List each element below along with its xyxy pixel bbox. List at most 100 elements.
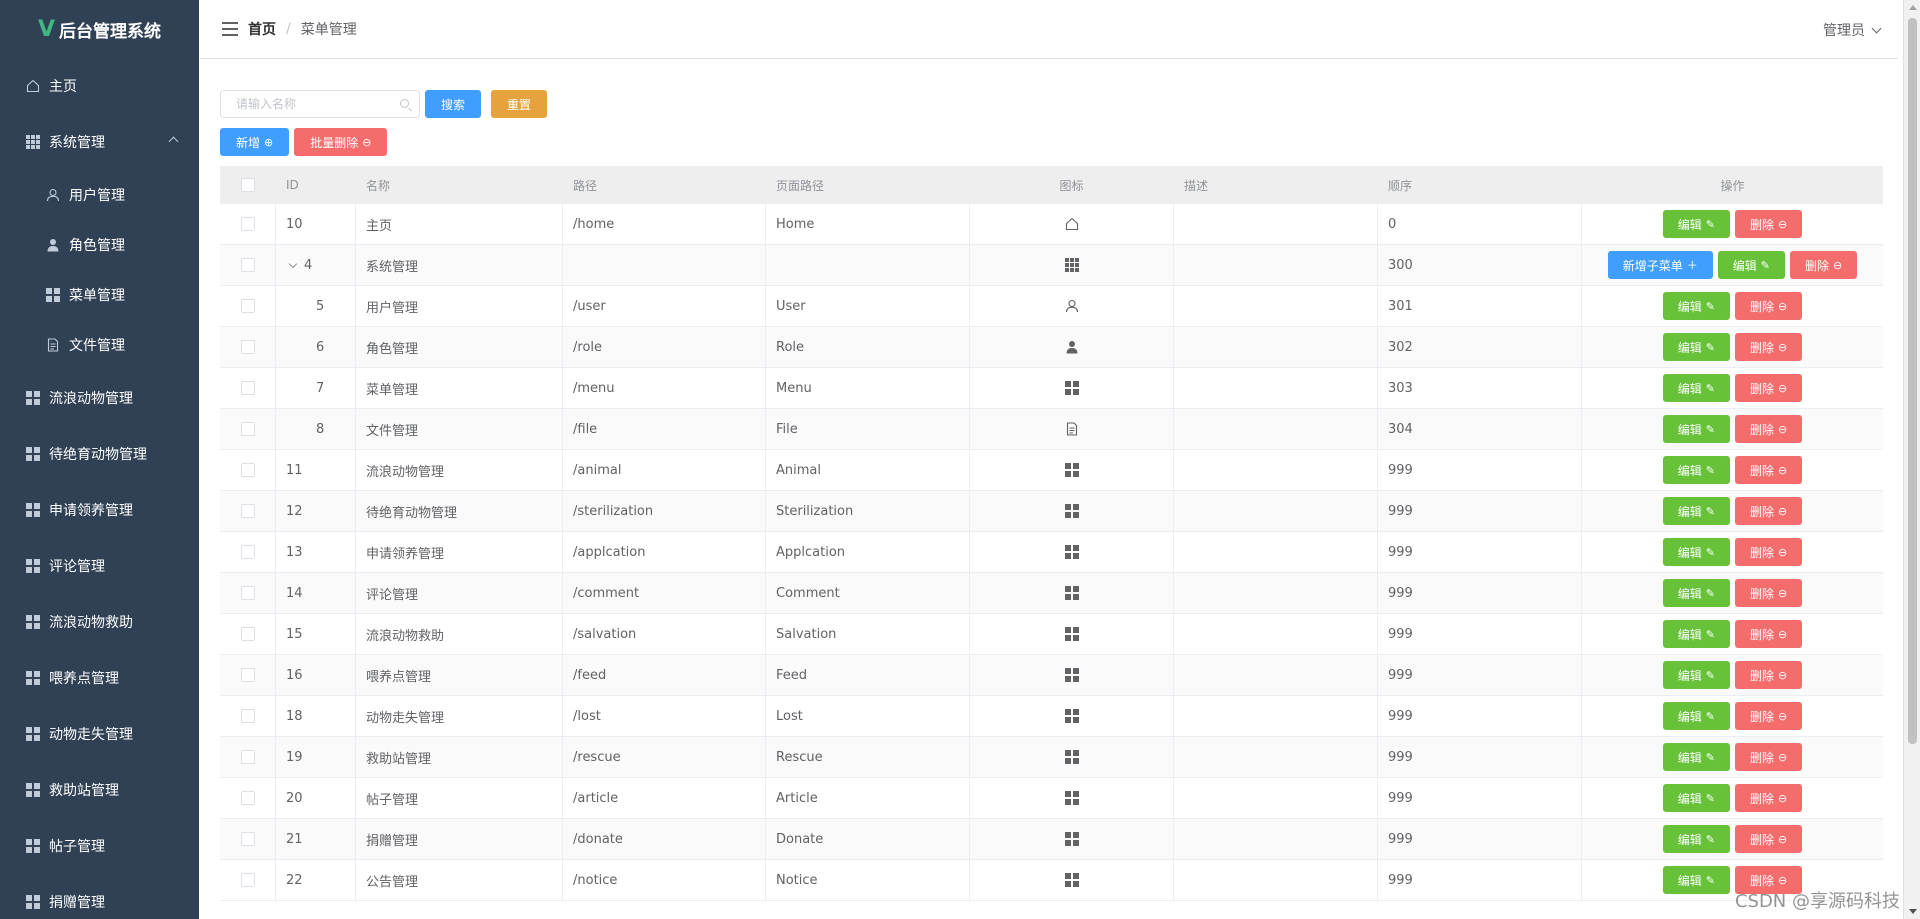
edit-button[interactable]: 编辑 ✎ [1662, 292, 1730, 320]
delete-button[interactable]: 删除 ⊖ [1735, 784, 1803, 812]
delete-button[interactable]: 删除 ⊖ [1735, 661, 1803, 689]
search-input[interactable] [221, 91, 391, 117]
delete-button[interactable]: 删除 ⊖ [1735, 210, 1803, 238]
delete-button[interactable]: 删除 ⊖ [1735, 292, 1803, 320]
sidebar-item[interactable]: 申请领养管理 [0, 482, 199, 538]
row-checkbox[interactable] [240, 586, 255, 600]
delete-button[interactable]: 删除 ⊖ [1735, 415, 1803, 443]
edit-button[interactable]: 编辑 ✎ [1662, 415, 1730, 443]
sidebar-item[interactable]: 救助站管理 [0, 762, 199, 818]
delete-button[interactable]: 删除 ⊖ [1735, 497, 1803, 525]
collapse-sidebar-icon[interactable] [222, 22, 238, 36]
expand-row-icon[interactable] [288, 259, 298, 268]
sidebar-item[interactable]: 系统管理 [0, 114, 199, 170]
icon-cell [970, 450, 1174, 490]
sidebar-subitem[interactable]: 菜单管理 [0, 270, 199, 320]
edit-button[interactable]: 编辑 ✎ [1717, 251, 1785, 279]
scroll-up-icon[interactable] [1909, 5, 1917, 10]
delete-button[interactable]: 删除 ⊖ [1735, 374, 1803, 402]
row-checkbox[interactable] [240, 258, 255, 272]
user-dropdown[interactable]: 管理员 [1823, 20, 1882, 40]
circle-plus-icon: ⊕ [264, 135, 274, 149]
delete-button-label: 删除 [1750, 463, 1775, 478]
add-child-menu-button[interactable]: 新增子菜单＋ [1607, 251, 1713, 279]
row-checkbox[interactable] [240, 463, 255, 477]
sidebar-item[interactable]: 流浪动物救助 [0, 594, 199, 650]
edit-button[interactable]: 编辑 ✎ [1662, 661, 1730, 689]
edit-button[interactable]: 编辑 ✎ [1662, 374, 1730, 402]
delete-button[interactable]: 删除 ⊖ [1735, 333, 1803, 361]
edit-button[interactable]: 编辑 ✎ [1662, 210, 1730, 238]
sidebar-item-label: 系统管理 [49, 135, 105, 151]
sidebar-item[interactable]: 主页 [0, 58, 199, 114]
sidebar-item-label: 帖子管理 [49, 839, 105, 855]
sidebar-item[interactable]: 喂养点管理 [0, 650, 199, 706]
delete-button[interactable]: 删除 ⊖ [1735, 620, 1803, 648]
delete-button[interactable]: 删除 ⊖ [1735, 743, 1803, 771]
row-id: 21 [286, 831, 303, 847]
row-checkbox[interactable] [240, 422, 255, 436]
actions-cell: 新增子菜单＋编辑 ✎ 删除 ⊖ [1582, 245, 1883, 285]
sidebar-subitem[interactable]: 角色管理 [0, 220, 199, 270]
table-body: 10 主页/home Home 0 编辑 ✎ 删除 ⊖ 4 系统管理 300 新增子菜单＋编辑 ✎ 删除 ⊖… [220, 204, 1883, 901]
scrollbar-thumb[interactable] [1908, 18, 1917, 744]
column-header-actions: 操作 [1720, 178, 1745, 193]
row-checkbox[interactable] [240, 504, 255, 518]
delete-button[interactable]: 删除 ⊖ [1735, 825, 1803, 853]
row-checkbox[interactable] [240, 791, 255, 805]
row-checkbox[interactable] [240, 545, 255, 559]
edit-button[interactable]: 编辑 ✎ [1662, 497, 1730, 525]
edit-button[interactable]: 编辑 ✎ [1662, 333, 1730, 361]
batch-delete-button[interactable]: 批量删除 ⊖ [294, 128, 388, 156]
sidebar-subitem[interactable]: 文件管理 [0, 320, 199, 370]
edit-button[interactable]: 编辑 ✎ [1662, 743, 1730, 771]
row-checkbox[interactable] [240, 299, 255, 313]
edit-button[interactable]: 编辑 ✎ [1662, 784, 1730, 812]
delete-button[interactable]: 删除 ⊖ [1735, 579, 1803, 607]
delete-button[interactable]: 删除 ⊖ [1790, 251, 1858, 279]
menu-icon [25, 726, 41, 742]
page-scrollbar[interactable] [1903, 0, 1920, 919]
delete-button[interactable]: 删除 ⊖ [1735, 702, 1803, 730]
add-button[interactable]: 新增 ⊕ [220, 128, 290, 156]
page-path-cell: User [766, 286, 970, 326]
edit-button[interactable]: 编辑 ✎ [1662, 538, 1730, 566]
search-button[interactable]: 搜索 [425, 90, 482, 118]
row-checkbox[interactable] [240, 873, 255, 887]
edit-button[interactable]: 编辑 ✎ [1662, 620, 1730, 648]
row-checkbox[interactable] [240, 217, 255, 231]
row-checkbox[interactable] [240, 340, 255, 354]
row-id: 14 [286, 585, 303, 601]
column-header-description: 描述 [1174, 167, 1378, 203]
breadcrumb-home[interactable]: 首页 [248, 19, 276, 39]
row-checkbox[interactable] [240, 627, 255, 641]
table-row: 4 系统管理 300 新增子菜单＋编辑 ✎ 删除 ⊖ [220, 245, 1883, 286]
row-checkbox[interactable] [240, 709, 255, 723]
edit-button[interactable]: 编辑 ✎ [1662, 702, 1730, 730]
row-checkbox[interactable] [240, 750, 255, 764]
delete-button[interactable]: 删除 ⊖ [1735, 538, 1803, 566]
scroll-down-icon[interactable] [1909, 909, 1917, 914]
edit-button[interactable]: 编辑 ✎ [1662, 866, 1730, 894]
edit-button-label: 编辑 [1677, 545, 1702, 560]
sidebar-subitem[interactable]: 用户管理 [0, 170, 199, 220]
app-logo[interactable]: V 后台管理系统 [0, 0, 199, 58]
row-checkbox[interactable] [240, 381, 255, 395]
sidebar-item[interactable]: 捐赠管理 [0, 874, 199, 919]
sidebar-item[interactable]: 待绝育动物管理 [0, 426, 199, 482]
row-checkbox[interactable] [240, 668, 255, 682]
path-cell: /file [563, 409, 766, 449]
sidebar-item[interactable]: 流浪动物管理 [0, 370, 199, 426]
delete-button[interactable]: 删除 ⊖ [1735, 456, 1803, 484]
select-all-checkbox[interactable] [240, 178, 255, 192]
user-solid-icon [45, 237, 61, 253]
sidebar-item[interactable]: 帖子管理 [0, 818, 199, 874]
edit-button[interactable]: 编辑 ✎ [1662, 579, 1730, 607]
sidebar-item[interactable]: 动物走失管理 [0, 706, 199, 762]
row-checkbox[interactable] [240, 832, 255, 846]
edit-button[interactable]: 编辑 ✎ [1662, 456, 1730, 484]
path-cell: /animal [563, 450, 766, 490]
edit-button[interactable]: 编辑 ✎ [1662, 825, 1730, 853]
sidebar-item[interactable]: 评论管理 [0, 538, 199, 594]
reset-button[interactable]: 重置 [491, 90, 548, 118]
